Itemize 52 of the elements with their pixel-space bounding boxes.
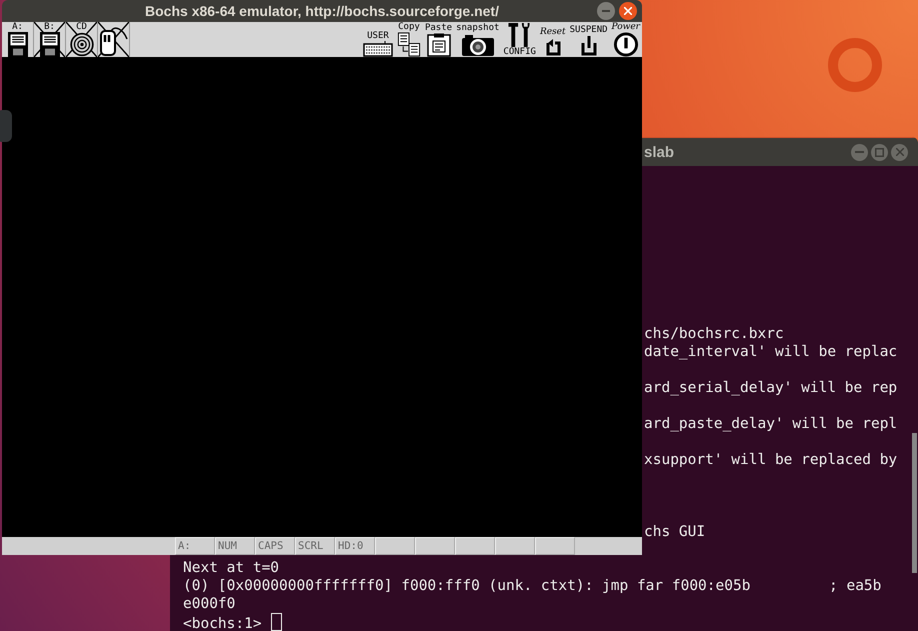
status-cell	[495, 537, 535, 555]
terminal-line: ard_serial_delay' will be rep	[644, 379, 898, 397]
config-button[interactable]: CONFIG	[501, 22, 538, 57]
terminal-line: xsupport' will be replaced by	[644, 451, 898, 469]
maximize-button[interactable]	[871, 144, 888, 160]
scrollbar[interactable]	[912, 433, 917, 573]
power-symbol-icon	[578, 35, 599, 57]
status-indicator: CAPS	[255, 537, 295, 555]
close-icon	[896, 148, 904, 156]
terminal-line: date_interval' will be replac	[644, 343, 898, 361]
close-button[interactable]	[619, 2, 637, 20]
minimize-icon	[602, 10, 610, 12]
clipboard-icon	[426, 33, 451, 57]
terminal-line: ard_paste_delay' will be repl	[644, 415, 898, 433]
copy-button[interactable]: Copy	[394, 22, 423, 57]
status-indicator: HD:0	[335, 537, 375, 555]
terminal-line: Next at t=0	[183, 559, 280, 577]
cdrom-button[interactable]: CD	[66, 22, 98, 57]
minimize-button[interactable]	[851, 144, 868, 160]
status-cell	[535, 537, 575, 555]
floppy-button[interactable]: A:	[2, 22, 34, 57]
command-prompt: <bochs:1>	[183, 615, 262, 631]
close-icon	[624, 7, 632, 15]
reset-button[interactable]: Reset	[538, 22, 568, 57]
terminal-line: chs GUI	[644, 523, 706, 541]
power-icon	[612, 32, 639, 57]
paste-button[interactable]: Paste	[422, 22, 454, 57]
keyboard-button[interactable]: USER	[360, 22, 395, 57]
camera-icon	[460, 33, 495, 57]
window-title: Bochs x86-64 emulator, http://bochs.sourceforge.net/	[145, 3, 499, 19]
maximize-icon	[875, 148, 884, 156]
snapshot-button[interactable]: snapshot	[454, 22, 502, 57]
status-indicator: NUM	[215, 537, 255, 555]
mouse-icon	[98, 27, 128, 57]
terminal-line: e000f0	[183, 595, 236, 613]
text-cursor	[270, 613, 282, 631]
keyboard-icon	[362, 41, 393, 57]
window-title: slab	[644, 144, 676, 160]
power-button[interactable]: Power	[610, 22, 642, 57]
status-indicator: A:	[175, 537, 215, 555]
documents-icon	[396, 32, 421, 57]
status-indicator: SCRL	[295, 537, 335, 555]
suspend-button[interactable]: SUSPEND	[568, 22, 610, 57]
status-cell	[415, 537, 455, 555]
terminal-line: (0) [0x00000000fffffff0] f000:fff0 (unk. ctxt): jmp far f000:e05b ; ea5b	[183, 577, 882, 595]
floppy-button[interactable]: B:	[34, 22, 66, 57]
dock-tab[interactable]	[0, 110, 12, 142]
minimize-icon	[855, 151, 864, 153]
mouse-button[interactable]	[98, 22, 130, 57]
status-cell	[455, 537, 495, 555]
status-cell	[375, 537, 415, 555]
terminal-line: chs/bochsrc.bxrc	[644, 325, 784, 343]
